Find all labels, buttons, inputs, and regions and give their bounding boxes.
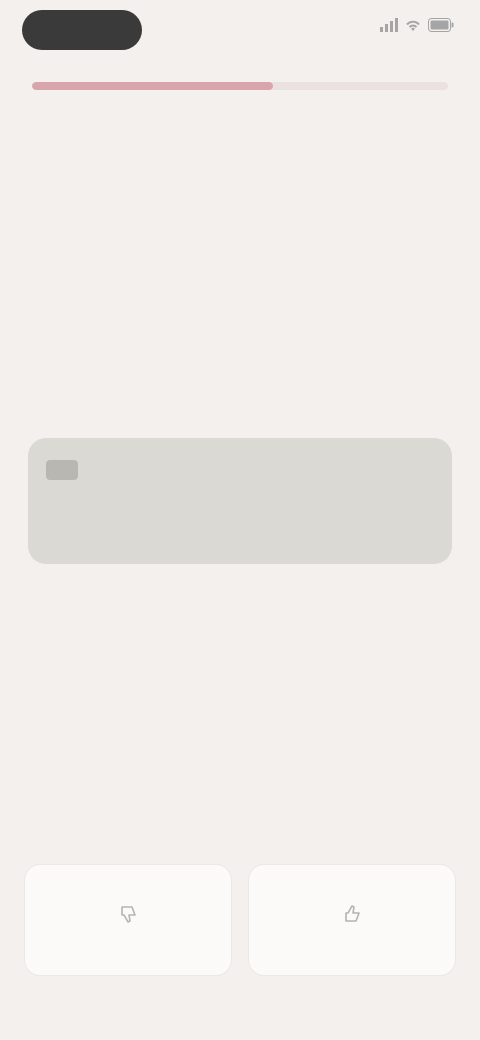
info-card-tag: [46, 460, 78, 480]
thumbs-up-icon: [341, 903, 363, 931]
info-card: [28, 438, 452, 564]
status-time-pill: [22, 10, 142, 50]
progress-fill: [32, 82, 274, 90]
progress-bar: [32, 82, 448, 90]
signal-icon: [380, 18, 398, 34]
status-bar: [0, 0, 480, 62]
wifi-icon: [404, 18, 422, 34]
answer-right-button[interactable]: [248, 864, 456, 976]
status-icons: [380, 18, 454, 34]
screen: [0, 0, 480, 1040]
thumbs-down-icon: [117, 903, 139, 931]
answer-left-button[interactable]: [24, 864, 232, 976]
battery-icon: [428, 18, 454, 34]
answer-buttons: [24, 864, 456, 976]
